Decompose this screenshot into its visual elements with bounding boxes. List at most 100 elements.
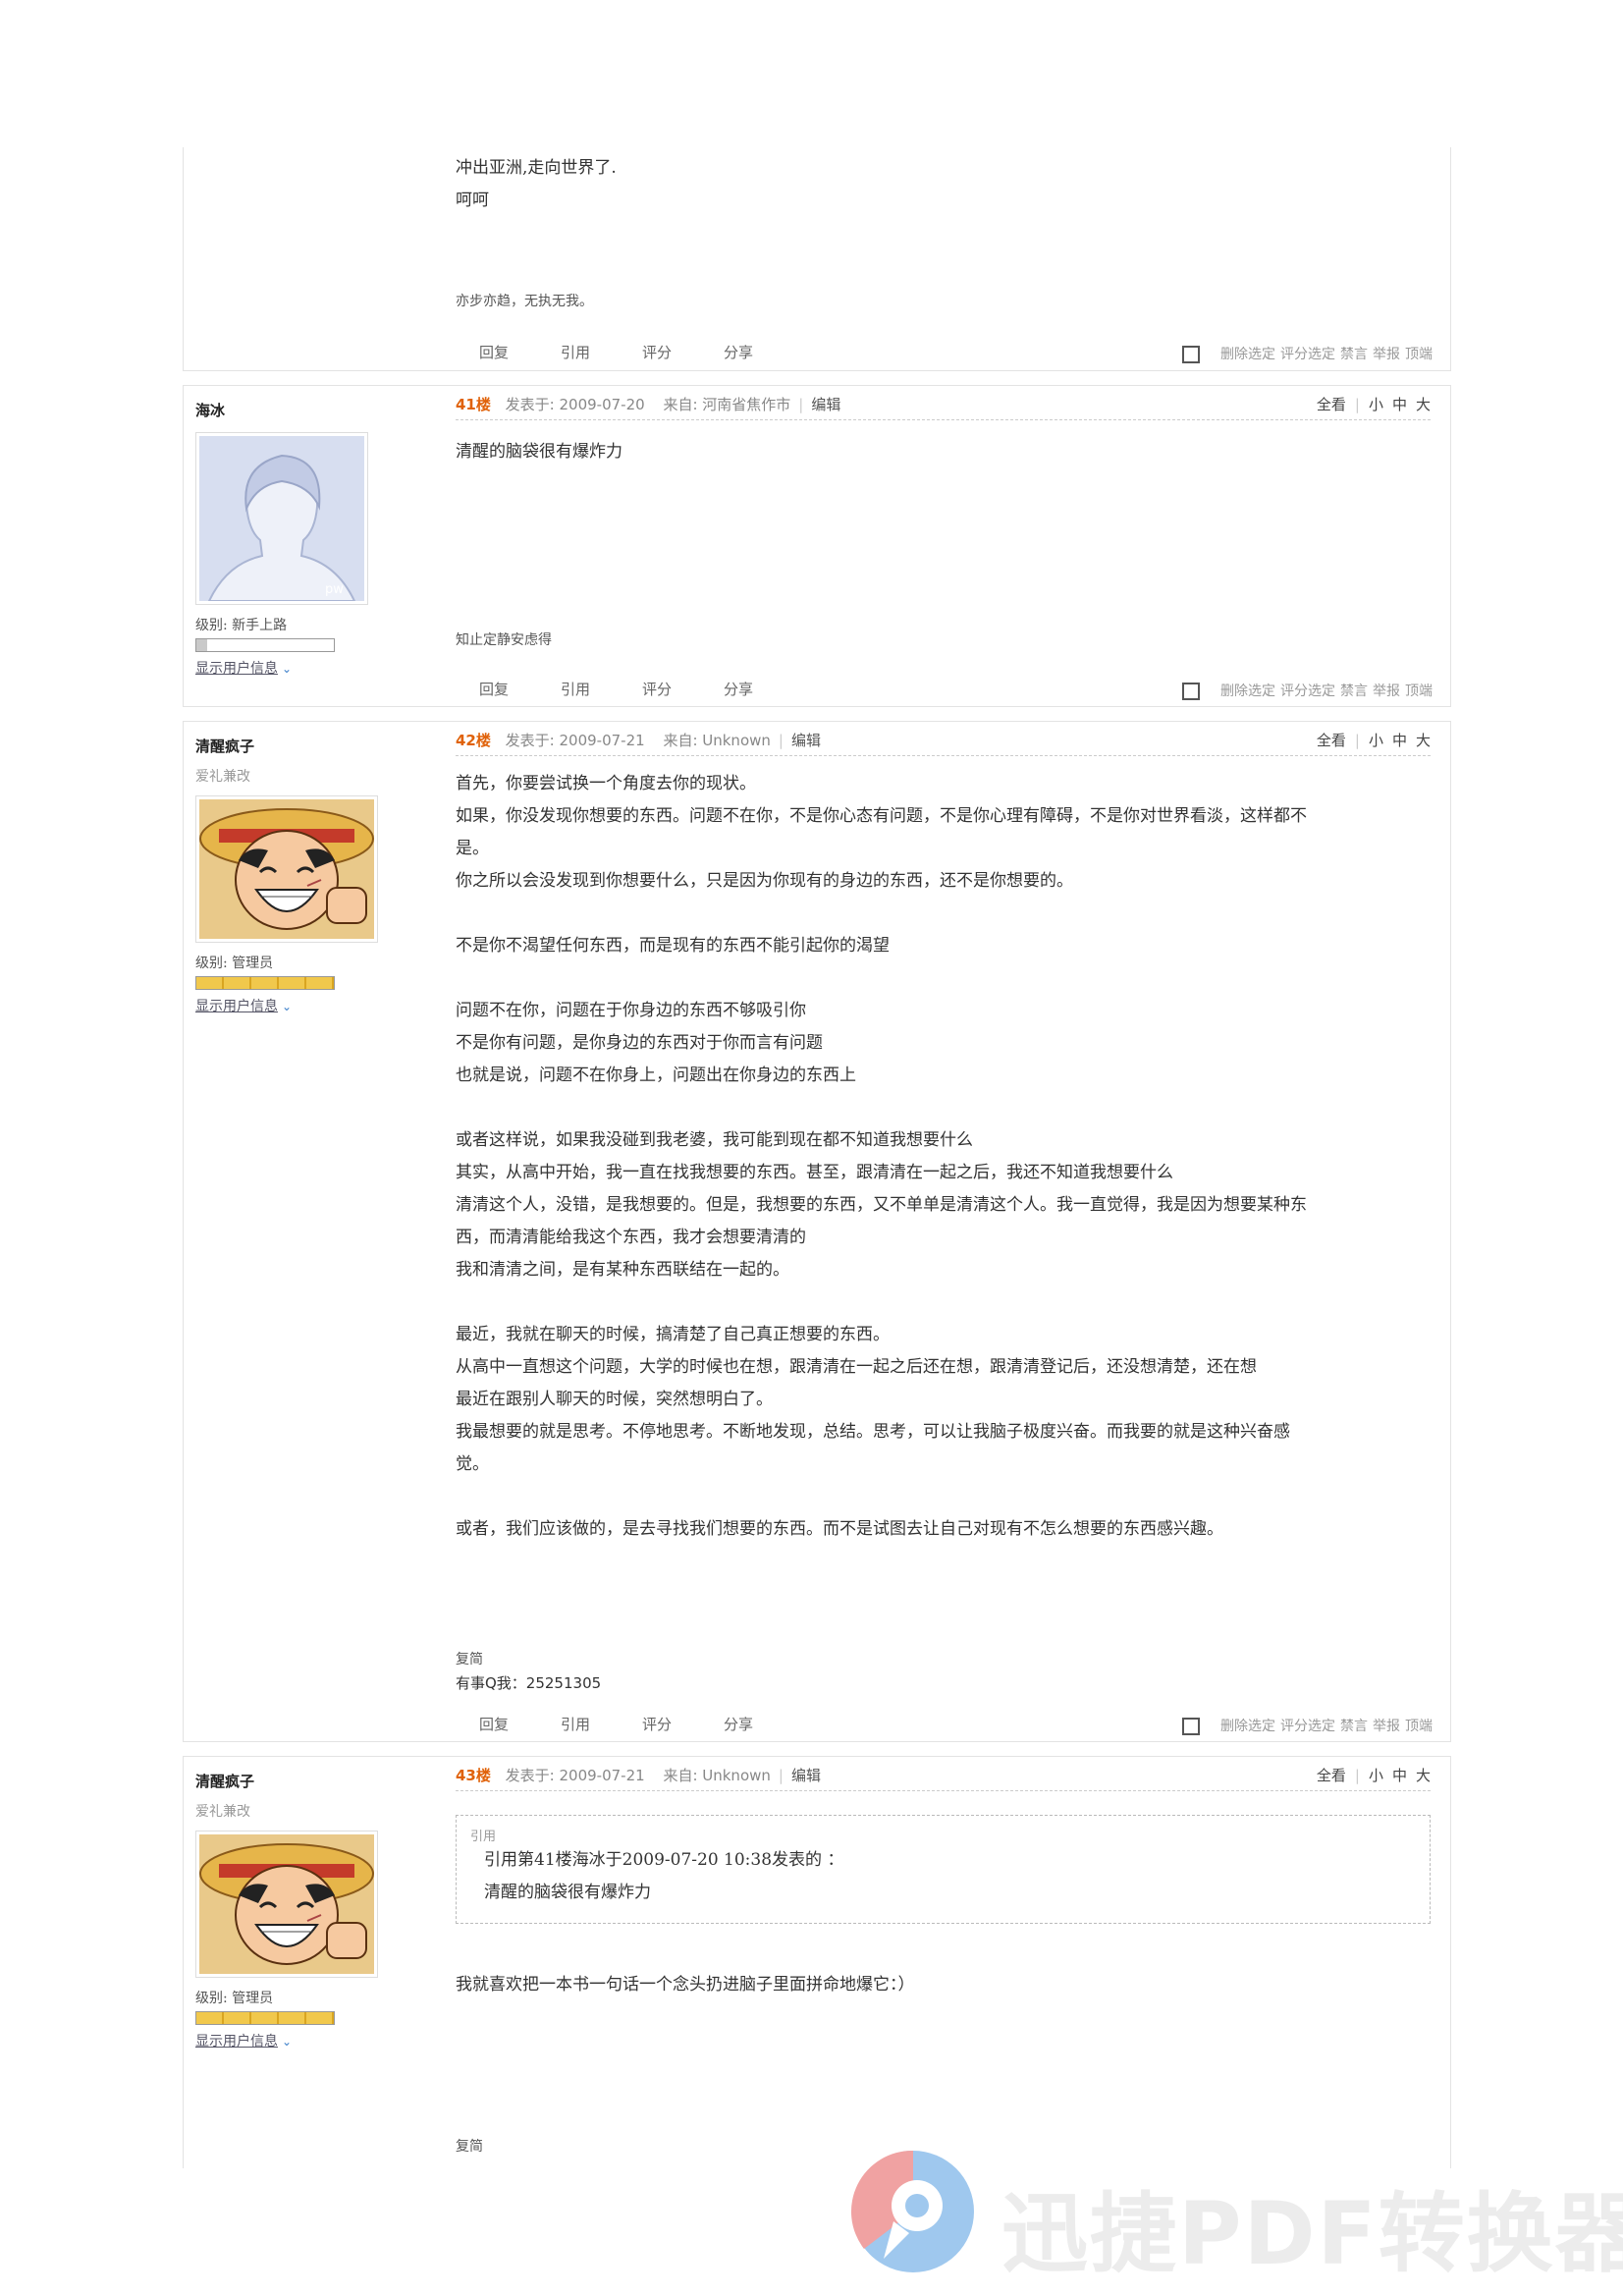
user-level: 级别: 新手上路: [195, 618, 288, 633]
post-line: 也就是说，问题不在你身上，问题出在你身边的东西上: [456, 1066, 856, 1085]
reply-button[interactable]: 回复: [479, 1716, 509, 1733]
post-body: 首先，你要尝试换一个角度去你的现状。如果，你没发现你想要的东西。问题不在你，不是…: [456, 768, 1431, 1546]
avatar[interactable]: pw: [195, 432, 368, 605]
post-main: 42楼 发表于: 2009-07-21 来自: Unknown | 编辑 全看 | 小中…: [456, 726, 1431, 1692]
post-body: 我就喜欢把一本书一句话一个念头扔进脑子里面拼命地爆它：）: [456, 1969, 1431, 2001]
username[interactable]: 海冰: [195, 400, 392, 420]
post-line: 如果，你没发现你想要的东西。问题不在你，不是你心态有问题，不是你心理有障碍，不是…: [456, 806, 1307, 826]
delete-selected-link[interactable]: 删除选定: [1220, 1719, 1275, 1734]
show-user-info-link[interactable]: 显示用户信息 ⌄: [195, 996, 292, 1015]
share-button[interactable]: 分享: [724, 1716, 753, 1733]
user-title: 爱礼兼改: [195, 769, 250, 785]
luffy-avatar-icon: [199, 1834, 374, 1974]
rate-button[interactable]: 评分: [642, 1716, 672, 1733]
quote-button[interactable]: 引用: [561, 681, 590, 698]
signature: 知止定静安虑得: [456, 632, 552, 648]
post-line: 最近，我就在聊天的时候，搞清楚了自己真正想要的东西。: [456, 1325, 890, 1344]
font-small-link[interactable]: 小: [1369, 732, 1383, 749]
chevron-down-icon: ⌄: [282, 2035, 293, 2049]
quote-button[interactable]: 引用: [561, 1716, 590, 1733]
floor-number[interactable]: 41楼: [456, 396, 491, 413]
user-level: 级别: 管理员: [195, 956, 274, 971]
post-line: 或者，我们应该做的，是去寻找我们想要的东西。而不是试图去让自己对现有不怎么想要的…: [456, 1519, 1223, 1539]
ban-link[interactable]: 禁言: [1340, 1719, 1368, 1734]
rate-button[interactable]: 评分: [642, 681, 672, 698]
username[interactable]: 清醒疯子: [195, 736, 392, 756]
post-line: 首先，你要尝试换一个角度去你的现状。: [456, 774, 756, 793]
post-line: 其实，从高中开始，我一直在找我想要的东西。甚至，跟清清在一起之后，我还不知道我想…: [456, 1163, 1173, 1182]
post-main: 冲出亚洲,走向世界了. 呵呵 亦步亦趋，无执无我。: [456, 147, 1431, 309]
share-button[interactable]: 分享: [724, 344, 753, 361]
edit-link[interactable]: 编辑: [791, 732, 821, 749]
floor-number[interactable]: 42楼: [456, 732, 491, 749]
top-link[interactable]: 顶端: [1405, 347, 1433, 362]
ban-link[interactable]: 禁言: [1340, 347, 1368, 362]
select-checkbox[interactable]: [1182, 1718, 1200, 1735]
post-42: 清醒疯子 爱礼兼改 级别: 管理员 显示用户信息 ⌄ 42楼 发表于: 2009…: [183, 721, 1451, 1742]
show-user-info-link[interactable]: 显示用户信息 ⌄: [195, 658, 292, 678]
floor-number[interactable]: 43楼: [456, 1767, 491, 1784]
post-line: 最近在跟别人聊天的时候，突然想明白了。: [456, 1390, 773, 1409]
show-user-info-label: 显示用户信息: [195, 999, 278, 1014]
share-button[interactable]: 分享: [724, 681, 753, 698]
post-line: [456, 1092, 1431, 1124]
rate-selected-link[interactable]: 评分选定: [1280, 1719, 1335, 1734]
luffy-avatar-icon: [199, 799, 374, 939]
view-all-link[interactable]: 全看: [1317, 396, 1346, 413]
post-actions: 回复 引用 评分 分享: [479, 679, 805, 699]
level-progress-bar: [195, 976, 335, 990]
post-location: 来自: Unknown: [663, 1767, 771, 1784]
rate-selected-link[interactable]: 评分选定: [1280, 683, 1335, 699]
quote-button[interactable]: 引用: [561, 344, 590, 361]
top-link[interactable]: 顶端: [1405, 1719, 1433, 1734]
avatar[interactable]: [195, 1831, 378, 1978]
user-panel: 清醒疯子 爱礼兼改 级别: 管理员 显示用户信息 ⌄: [195, 736, 392, 1015]
post-line: 清清这个人，没错，是我想要的。但是，我想要的东西，又不单单是清清这个人。我一直觉…: [456, 1195, 1307, 1215]
select-checkbox[interactable]: [1182, 346, 1200, 363]
reply-button[interactable]: 回复: [479, 344, 509, 361]
quote-block: 引用 引用第41楼海冰于2009-07-20 10:38发表的 ： 清醒的脑袋很…: [456, 1815, 1431, 1924]
post-line: 西，而清清能给我这个东西，我才会想要清清的: [456, 1228, 806, 1247]
edit-link[interactable]: 编辑: [791, 1767, 821, 1784]
avatar[interactable]: [195, 795, 378, 943]
rate-button[interactable]: 评分: [642, 344, 672, 361]
font-large-link[interactable]: 大: [1416, 396, 1431, 413]
rate-selected-link[interactable]: 评分选定: [1280, 347, 1335, 362]
font-medium-link[interactable]: 中: [1392, 396, 1407, 413]
font-large-link[interactable]: 大: [1416, 732, 1431, 749]
chevron-down-icon: ⌄: [282, 662, 293, 676]
show-user-info-link[interactable]: 显示用户信息 ⌄: [195, 2031, 292, 2050]
top-link[interactable]: 顶端: [1405, 683, 1433, 699]
view-all-link[interactable]: 全看: [1317, 732, 1346, 749]
report-link[interactable]: 举报: [1373, 347, 1400, 362]
signature: 亦步亦趋，无执无我。: [456, 294, 593, 309]
post-main: 43楼 发表于: 2009-07-21 来自: Unknown | 编辑 全看 | 小中…: [456, 1761, 1431, 2155]
view-all-link[interactable]: 全看: [1317, 1767, 1346, 1784]
post-header: 43楼 发表于: 2009-07-21 来自: Unknown | 编辑 全看 | 小中…: [456, 1761, 1431, 1791]
font-medium-link[interactable]: 中: [1392, 732, 1407, 749]
font-small-link[interactable]: 小: [1369, 396, 1383, 413]
post-line: 我就喜欢把一本书一句话一个念头扔进脑子里面拼命地爆它：）: [456, 1975, 915, 1995]
font-large-link[interactable]: 大: [1416, 1767, 1431, 1784]
font-medium-link[interactable]: 中: [1392, 1767, 1407, 1784]
report-link[interactable]: 举报: [1373, 683, 1400, 699]
post-line: 觉。: [456, 1454, 489, 1474]
post-line: 从高中一直想这个问题，大学的时候也在想，跟清清在一起之后还在想，跟清清登记后，还…: [456, 1357, 1257, 1377]
report-link[interactable]: 举报: [1373, 1719, 1400, 1734]
post-main: 41楼 发表于: 2009-07-20 来自: 河南省焦作市 | 编辑 全看 | 小中大…: [456, 390, 1431, 648]
post-header: 41楼 发表于: 2009-07-20 来自: 河南省焦作市 | 编辑 全看 | 小中大: [456, 390, 1431, 420]
post-actions: 回复 引用 评分 分享: [479, 1714, 805, 1734]
reply-button[interactable]: 回复: [479, 681, 509, 698]
username[interactable]: 清醒疯子: [195, 1771, 392, 1791]
post-date: 发表于: 2009-07-21: [505, 1767, 645, 1784]
post-date: 发表于: 2009-07-20: [505, 396, 645, 413]
delete-selected-link[interactable]: 删除选定: [1220, 347, 1275, 362]
edit-link[interactable]: 编辑: [811, 396, 840, 413]
ban-link[interactable]: 禁言: [1340, 683, 1368, 699]
select-checkbox[interactable]: [1182, 683, 1200, 700]
font-small-link[interactable]: 小: [1369, 1767, 1383, 1784]
post-line: 问题不在你，问题在于你身边的东西不够吸引你: [456, 1001, 806, 1020]
quote-line: 清醒的脑袋很有爆炸力: [484, 1883, 651, 1902]
post-line: 我最想要的就是思考。不停地思考。不断地发现，总结。思考，可以让我脑子极度兴奋。而…: [456, 1422, 1290, 1442]
delete-selected-link[interactable]: 删除选定: [1220, 683, 1275, 699]
